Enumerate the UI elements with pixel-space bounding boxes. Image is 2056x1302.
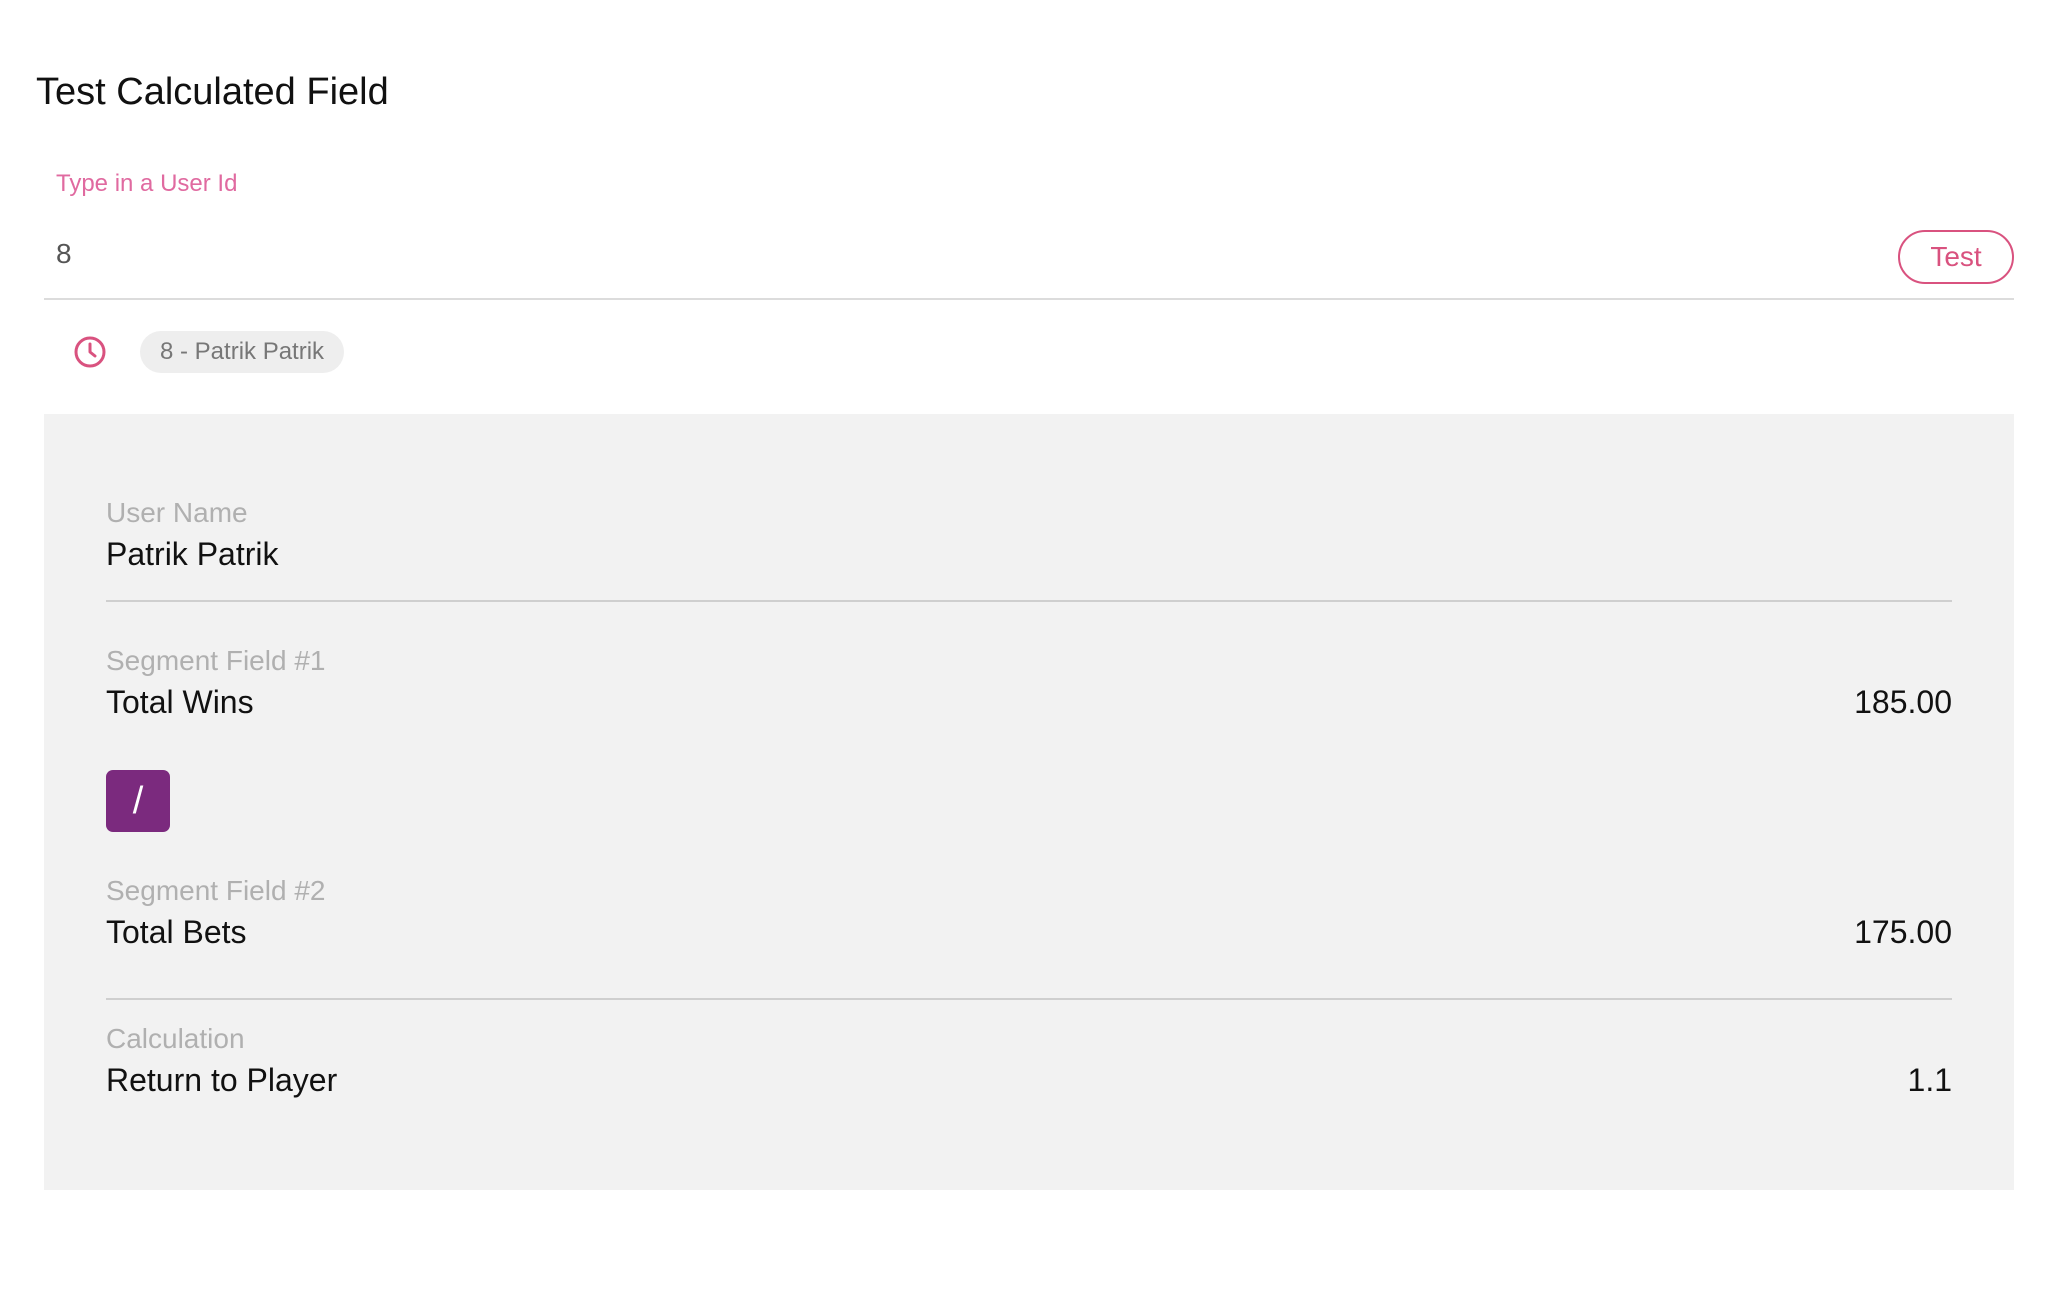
segment-field-1-name: Total Wins <box>106 684 254 720</box>
calculation-value: 1.1 <box>1907 1062 1952 1098</box>
segment-field-1-value: 185.00 <box>1854 684 1952 720</box>
segment-field-2-label: Segment Field #2 <box>106 875 326 906</box>
calculation-field: Calculation Return to Player 1.1 <box>106 1022 1952 1100</box>
recent-users-row: 8 - Patrik Patrik <box>72 330 345 374</box>
result-panel: User Name Patrik Patrik Segment Field #1… <box>44 414 2014 1190</box>
clock-icon[interactable] <box>72 334 108 370</box>
user-id-input[interactable] <box>56 234 1656 274</box>
segment-field-2: Segment Field #2 Total Bets 175.00 <box>106 874 1952 952</box>
divider <box>106 600 1952 602</box>
user-name-value: Patrik Patrik <box>106 536 279 572</box>
user-name-label: User Name <box>106 497 248 528</box>
user-id-input-row: Test <box>44 220 2014 300</box>
page-title: Test Calculated Field <box>36 71 389 113</box>
segment-field-2-value: 175.00 <box>1854 914 1952 950</box>
segment-field-1: Segment Field #1 Total Wins 185.00 <box>106 644 1952 722</box>
test-button[interactable]: Test <box>1898 230 2014 284</box>
divider <box>106 998 1952 1000</box>
test-calculated-field-page: Test Calculated Field Type in a User Id … <box>0 0 2056 1302</box>
user-id-label: Type in a User Id <box>56 170 238 197</box>
segment-field-2-name: Total Bets <box>106 914 247 950</box>
segment-field-1-label: Segment Field #1 <box>106 645 326 676</box>
calculation-name: Return to Player <box>106 1062 338 1098</box>
user-name-field: User Name Patrik Patrik <box>106 496 1952 574</box>
division-operator-badge: / <box>106 770 170 832</box>
calculation-label: Calculation <box>106 1023 245 1054</box>
recent-user-chip[interactable]: 8 - Patrik Patrik <box>140 331 345 373</box>
